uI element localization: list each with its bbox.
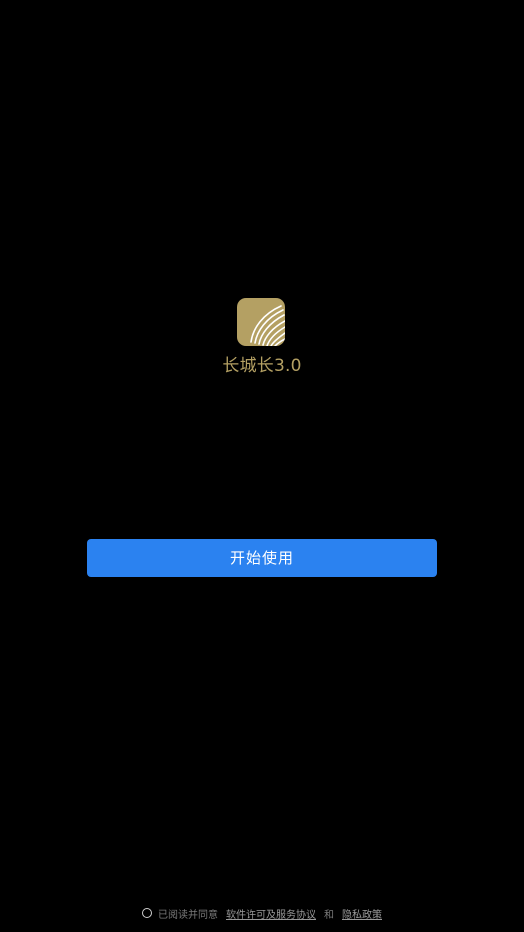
app-name: 长城长3.0 <box>222 356 302 376</box>
agreement-row: 已阅读并同意 软件许可及服务协议 和 隐私政策 <box>0 904 524 922</box>
privacy-policy-link[interactable]: 隐私政策 <box>342 906 382 921</box>
license-agreement-link[interactable]: 软件许可及服务协议 <box>226 906 316 921</box>
agreement-prefix: 已阅读并同意 <box>158 909 218 921</box>
start-button[interactable]: 开始使用 <box>87 539 437 577</box>
agreement-conjunction: 和 <box>324 909 334 921</box>
agree-radio[interactable] <box>142 908 152 918</box>
app-logo-icon <box>237 298 285 346</box>
